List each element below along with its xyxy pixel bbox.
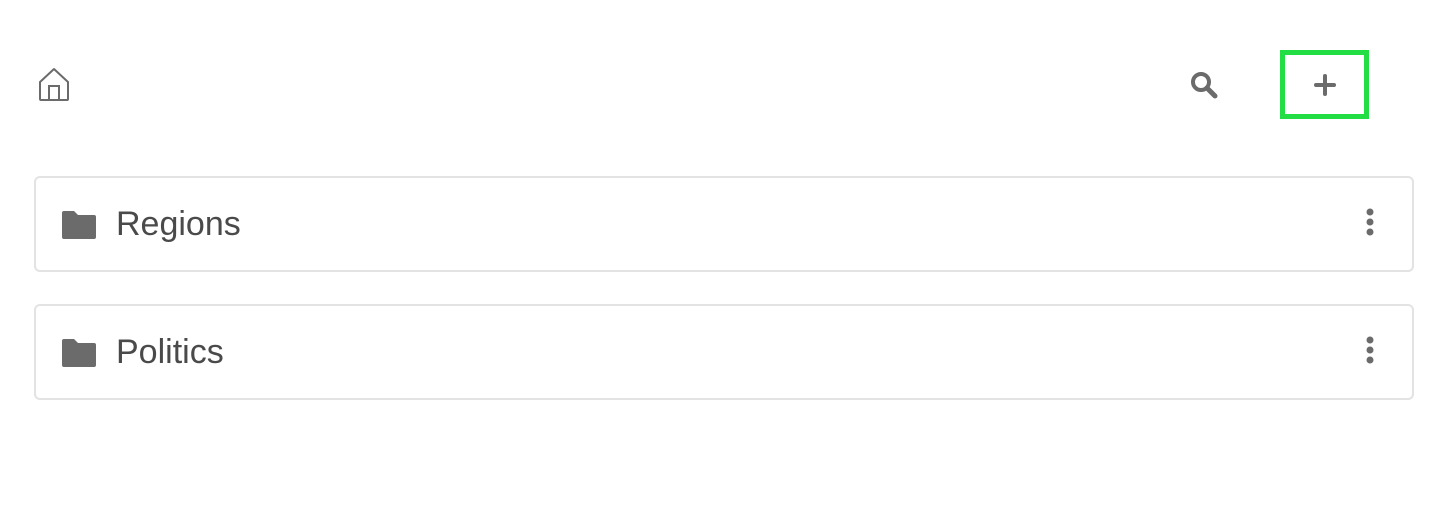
folder-list: Regions Politics (34, 176, 1414, 432)
folder-menu-button[interactable] (1358, 206, 1382, 240)
add-button[interactable] (1280, 50, 1369, 119)
plus-icon (1313, 73, 1336, 96)
toolbar (0, 0, 1454, 150)
search-button[interactable] (1186, 68, 1222, 102)
folder-menu-button[interactable] (1358, 334, 1382, 368)
folder-item-politics[interactable]: Politics (34, 304, 1414, 400)
folder-item-regions[interactable]: Regions (34, 176, 1414, 272)
page: Regions Politics (0, 0, 1454, 530)
folder-icon (62, 339, 96, 367)
home-button[interactable] (36, 66, 72, 102)
home-icon (39, 68, 69, 101)
folder-icon (62, 211, 96, 239)
more-vertical-icon (1366, 336, 1374, 364)
folder-label: Regions (116, 205, 241, 243)
folder-label: Politics (116, 333, 224, 371)
search-icon (1191, 72, 1218, 99)
more-vertical-icon (1366, 208, 1374, 236)
